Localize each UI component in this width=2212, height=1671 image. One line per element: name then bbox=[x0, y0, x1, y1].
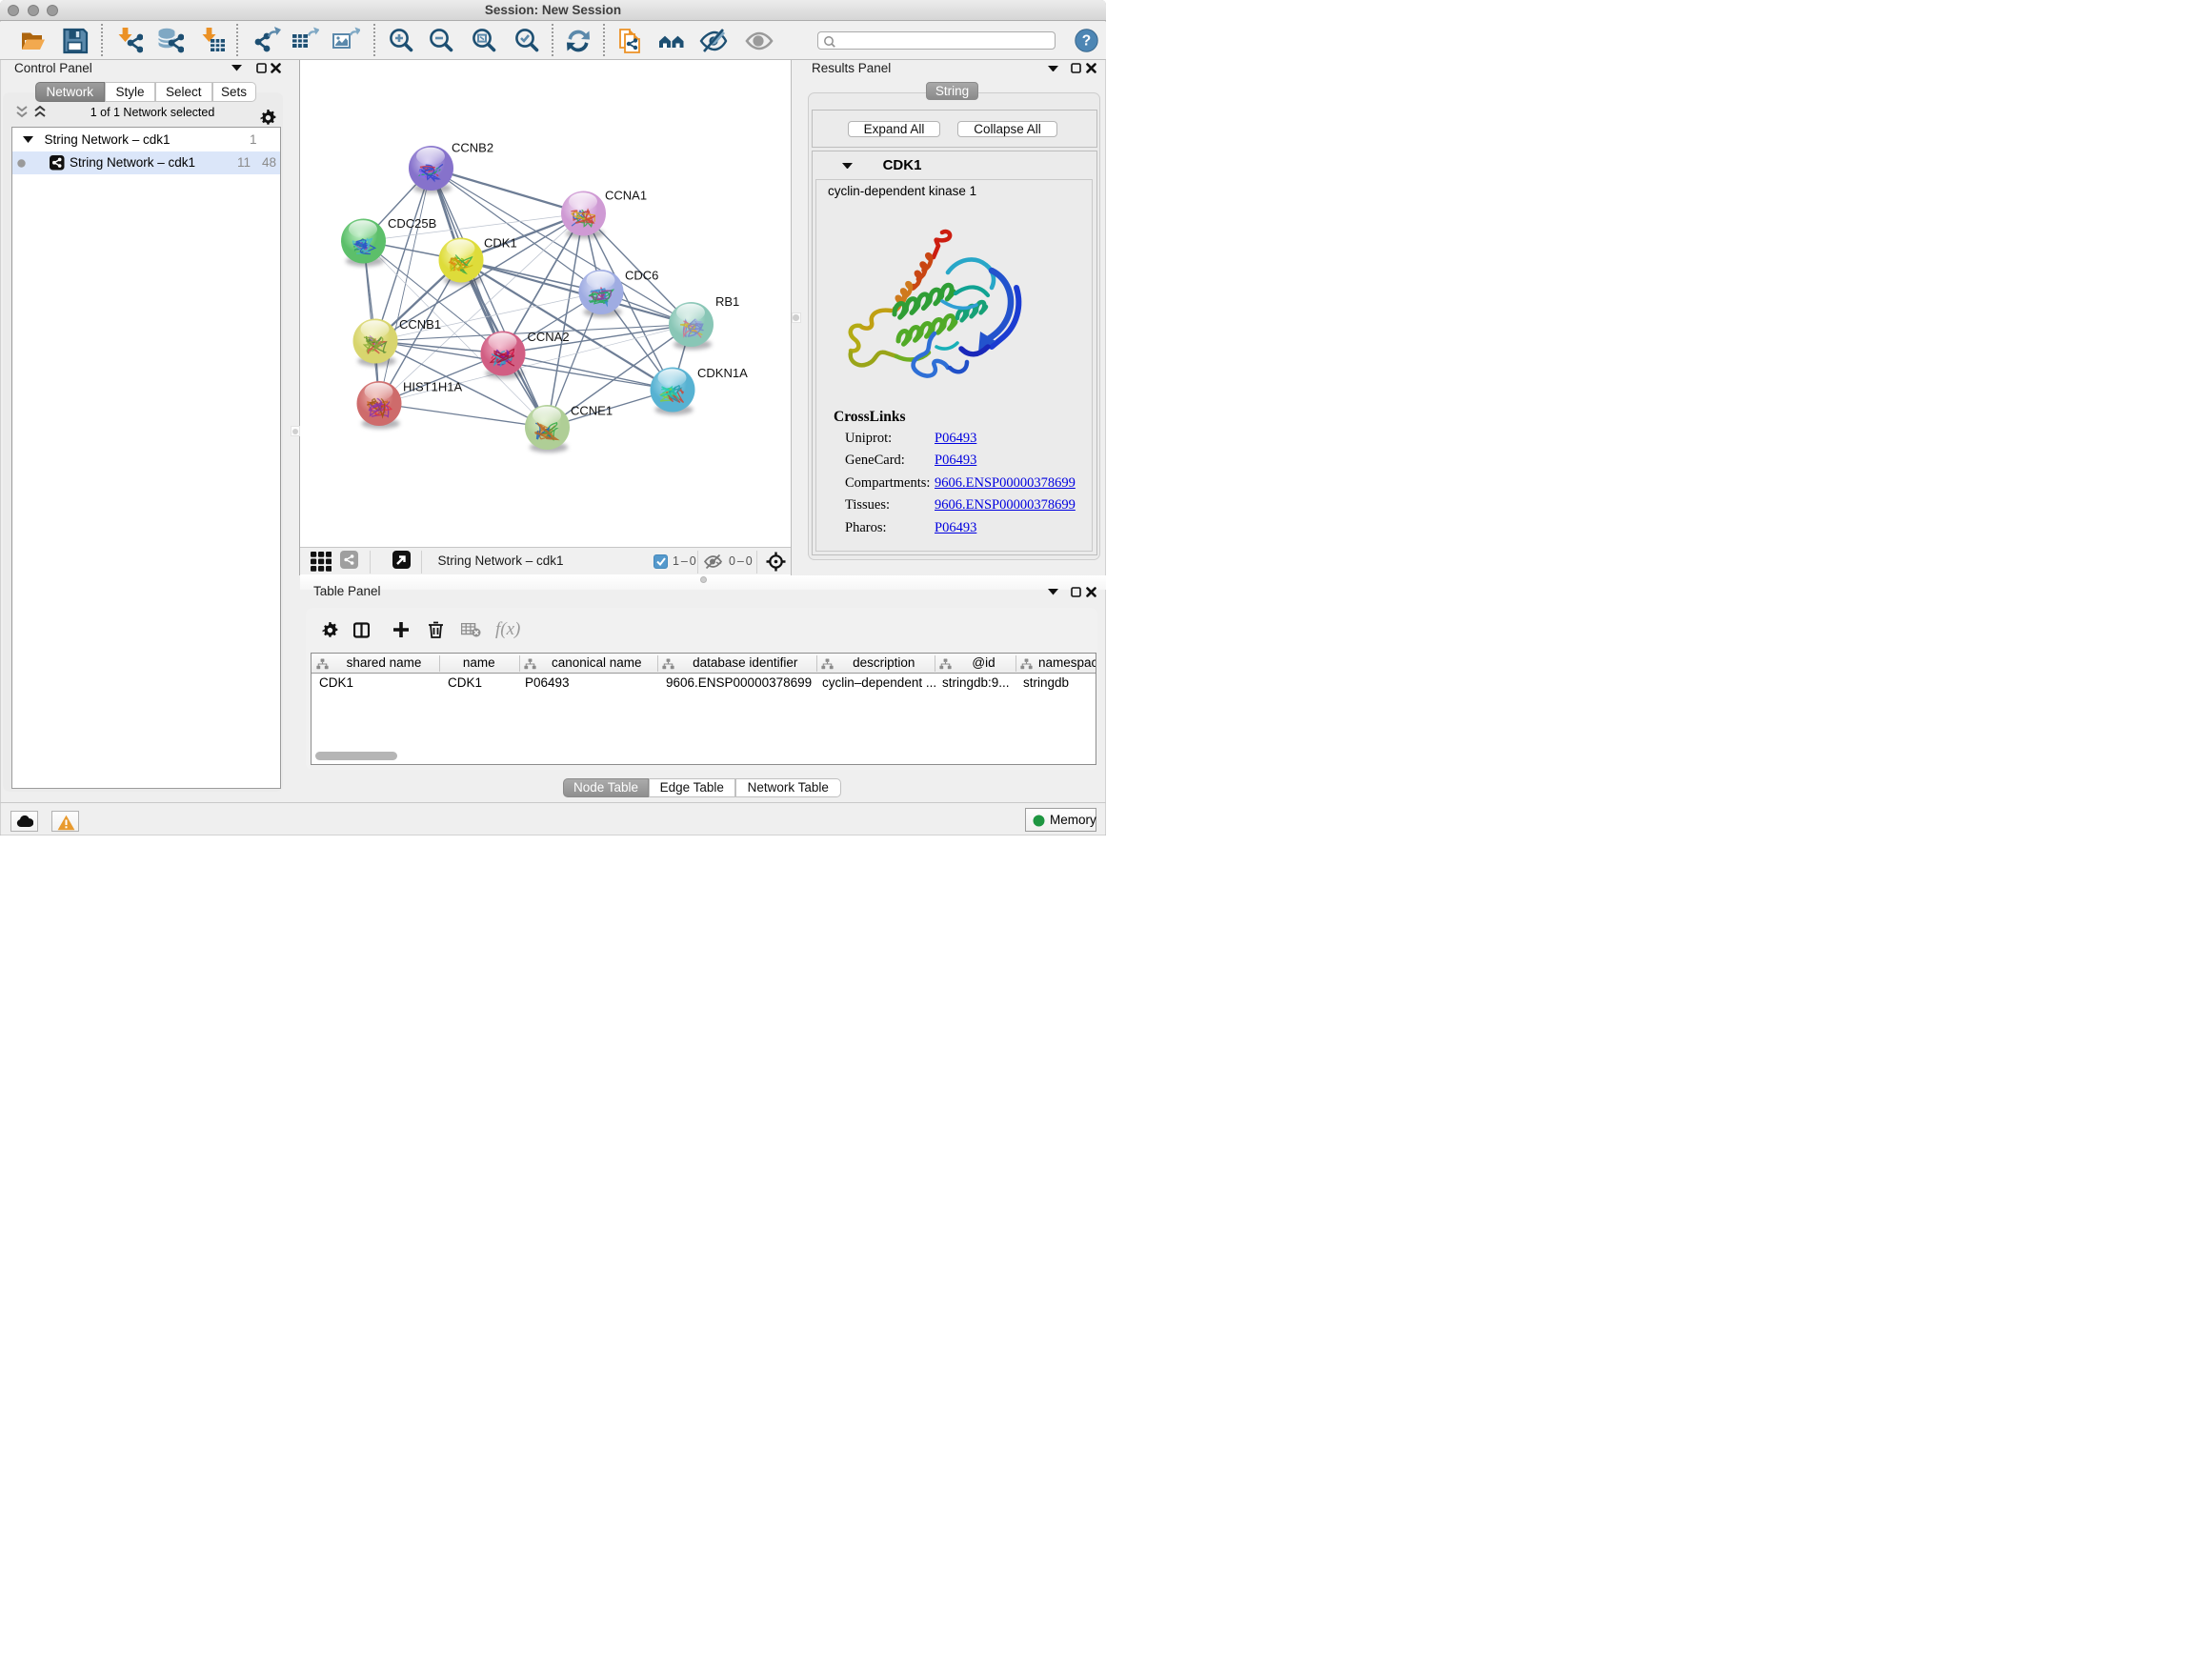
svg-text:CCNB1: CCNB1 bbox=[399, 317, 441, 332]
svg-text:CDKN1A: CDKN1A bbox=[697, 366, 748, 380]
svg-text:CCNA2: CCNA2 bbox=[528, 330, 570, 344]
svg-text:CCNB2: CCNB2 bbox=[452, 141, 493, 155]
svg-text:?: ? bbox=[1082, 33, 1091, 50]
svg-text:CDC25B: CDC25B bbox=[388, 216, 436, 231]
svg-text:CDK1: CDK1 bbox=[484, 236, 517, 251]
svg-text:HIST1H1A: HIST1H1A bbox=[403, 380, 462, 394]
svg-text:CDC6: CDC6 bbox=[625, 269, 658, 283]
svg-text:RB1: RB1 bbox=[715, 294, 739, 309]
svg-text:CCNE1: CCNE1 bbox=[571, 404, 613, 418]
svg-text:CCNA1: CCNA1 bbox=[605, 189, 647, 203]
